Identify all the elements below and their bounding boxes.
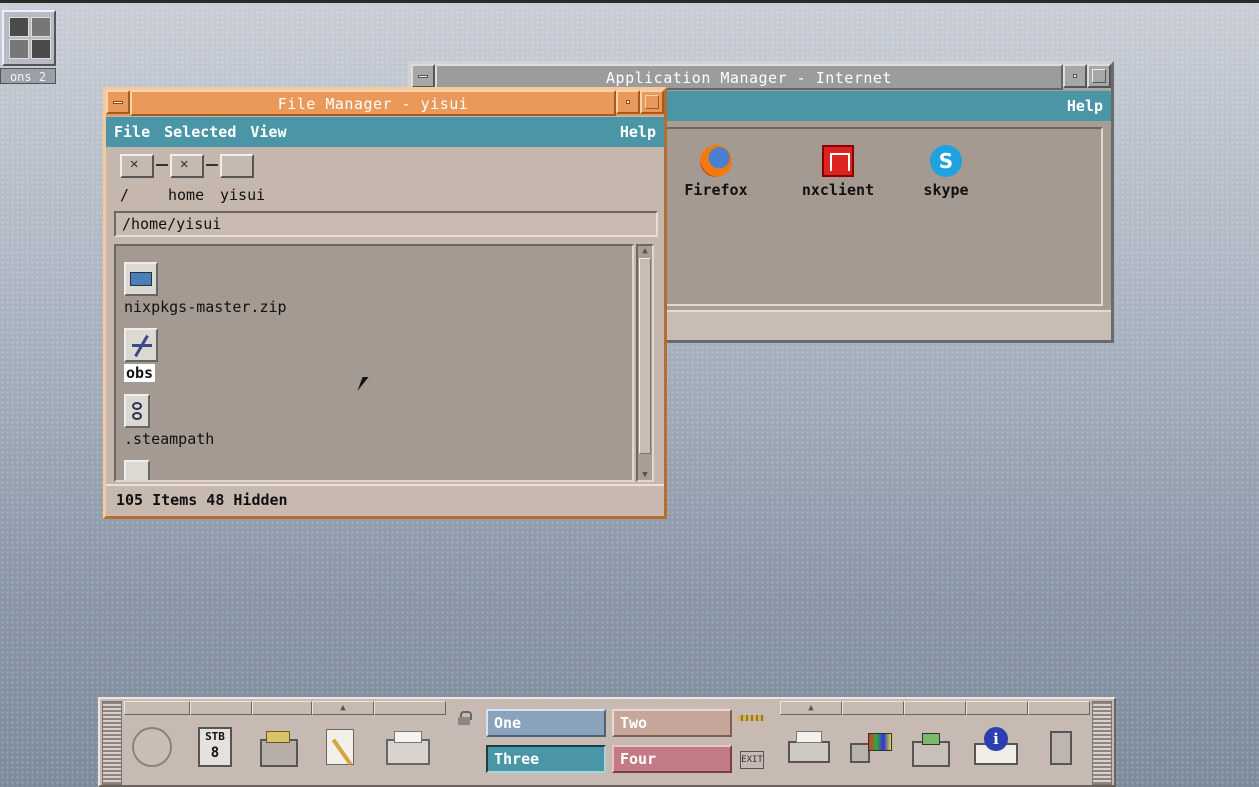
workspace-four-button[interactable]: Four bbox=[612, 745, 732, 773]
panel-subpanel-tab[interactable] bbox=[842, 701, 904, 715]
lock-screen-icon[interactable] bbox=[458, 711, 472, 725]
grid-icon bbox=[2, 10, 56, 66]
panel-subpanel-tab[interactable] bbox=[1028, 701, 1090, 715]
panel-subpanel-tab[interactable] bbox=[966, 701, 1028, 715]
path-field[interactable]: /home/yisui bbox=[114, 211, 658, 237]
menu-view[interactable]: View bbox=[250, 123, 286, 141]
app-firefox[interactable]: Firefox bbox=[671, 145, 761, 199]
file-name: nixpkgs-master.zip bbox=[124, 298, 287, 316]
file-manager-menubar: File Selected View Help bbox=[106, 117, 664, 147]
file-item[interactable]: obs bbox=[124, 328, 158, 382]
busy-indicator-icon bbox=[738, 715, 764, 721]
app-skype[interactable]: S skype bbox=[901, 145, 991, 199]
home-folder-icon[interactable] bbox=[170, 154, 204, 178]
workspace-one-button[interactable]: One bbox=[486, 709, 606, 737]
workspace-three-button[interactable]: Three bbox=[486, 745, 606, 773]
panel-subpanel-tab[interactable]: ▲ bbox=[312, 701, 374, 715]
maximize-button[interactable] bbox=[640, 90, 664, 114]
app-label: nxclient bbox=[801, 181, 875, 199]
scroll-up-icon[interactable]: ▲ bbox=[639, 246, 651, 256]
style-manager-icon[interactable] bbox=[850, 727, 894, 771]
menu-help[interactable]: Help bbox=[1067, 97, 1103, 115]
panel-subpanel-tab[interactable] bbox=[190, 701, 252, 715]
text-editor-icon[interactable] bbox=[322, 727, 366, 771]
file-item[interactable]: .steampath bbox=[124, 394, 214, 448]
scroll-thumb[interactable] bbox=[639, 258, 651, 454]
panel-subpanel-tab[interactable]: ▲ bbox=[780, 701, 842, 715]
skype-icon: S bbox=[930, 145, 962, 177]
mail-icon[interactable] bbox=[386, 727, 430, 771]
maximize-button[interactable] bbox=[1087, 64, 1111, 88]
file-list-scrollbar[interactable]: ▲ ▼ bbox=[636, 244, 654, 482]
home-folder-drawer-icon[interactable] bbox=[260, 727, 304, 771]
file-manager-window: File Manager - yisui File Selected View … bbox=[103, 87, 667, 519]
executable-icon bbox=[124, 328, 158, 362]
exit-button[interactable]: EXIT bbox=[740, 751, 764, 769]
minimize-button[interactable] bbox=[1063, 64, 1087, 88]
window-menu-button[interactable] bbox=[106, 90, 130, 114]
user-folder-icon[interactable] bbox=[220, 154, 254, 178]
file-item[interactable]: nixpkgs-master.zip bbox=[124, 262, 287, 316]
scroll-down-icon[interactable]: ▼ bbox=[639, 470, 651, 480]
window-menu-button[interactable] bbox=[411, 64, 435, 88]
crumb-user-label: yisui bbox=[220, 186, 266, 204]
application-manager-icon[interactable] bbox=[912, 727, 956, 771]
desktop-workspace-icon[interactable]: ons 2 bbox=[0, 10, 58, 84]
file-item-partial[interactable] bbox=[124, 460, 150, 480]
panel-subpanel-tab[interactable] bbox=[124, 701, 190, 715]
calendar-icon[interactable]: STB 8 bbox=[198, 727, 242, 771]
link-icon bbox=[124, 394, 150, 428]
iconic-path: / home yisui bbox=[116, 152, 656, 212]
file-list-pane: nixpkgs-master.zip obs .steampath bbox=[114, 244, 634, 482]
crumb-root-label: / bbox=[120, 186, 130, 204]
file-icon bbox=[124, 460, 150, 480]
file-name: obs bbox=[124, 364, 156, 382]
panel-subpanel-tab[interactable] bbox=[904, 701, 966, 715]
app-nxclient[interactable]: nxclient bbox=[793, 145, 883, 199]
printer-icon[interactable] bbox=[788, 727, 832, 771]
root-folder-icon[interactable] bbox=[120, 154, 154, 178]
front-panel: ▲ STB 8 EXIT One Two Three Four ▲ i bbox=[98, 697, 1116, 787]
menu-selected[interactable]: Selected bbox=[164, 123, 236, 141]
file-name: .steampath bbox=[124, 430, 215, 448]
workspace-two-button[interactable]: Two bbox=[612, 709, 732, 737]
panel-left-grip[interactable] bbox=[102, 701, 122, 785]
crumb-home-label: home bbox=[168, 186, 205, 204]
app-label: Firefox bbox=[684, 181, 748, 199]
panel-subpanel-tab[interactable] bbox=[374, 701, 446, 715]
trash-icon[interactable] bbox=[1046, 727, 1090, 771]
menu-file[interactable]: File bbox=[114, 123, 150, 141]
file-manager-titlebar[interactable]: File Manager - yisui bbox=[106, 90, 664, 116]
file-manager-title: File Manager - yisui bbox=[130, 90, 616, 116]
menu-help[interactable]: Help bbox=[620, 123, 656, 141]
minimize-button[interactable] bbox=[616, 90, 640, 114]
desktop-icon-label: ons 2 bbox=[0, 68, 56, 84]
clock-icon[interactable] bbox=[132, 727, 176, 771]
panel-right-grip[interactable] bbox=[1092, 701, 1112, 785]
calendar-month: STB bbox=[205, 730, 225, 743]
help-manager-icon[interactable]: i bbox=[974, 727, 1018, 771]
calendar-day: 8 bbox=[210, 745, 220, 761]
panel-subpanel-tab[interactable] bbox=[252, 701, 312, 715]
screen-top-border bbox=[0, 0, 1259, 3]
file-manager-status: 105 Items 48 Hidden bbox=[106, 484, 664, 516]
nxclient-icon bbox=[822, 145, 854, 177]
app-label: skype bbox=[923, 181, 969, 199]
archive-icon bbox=[124, 262, 158, 296]
firefox-icon bbox=[700, 145, 732, 177]
